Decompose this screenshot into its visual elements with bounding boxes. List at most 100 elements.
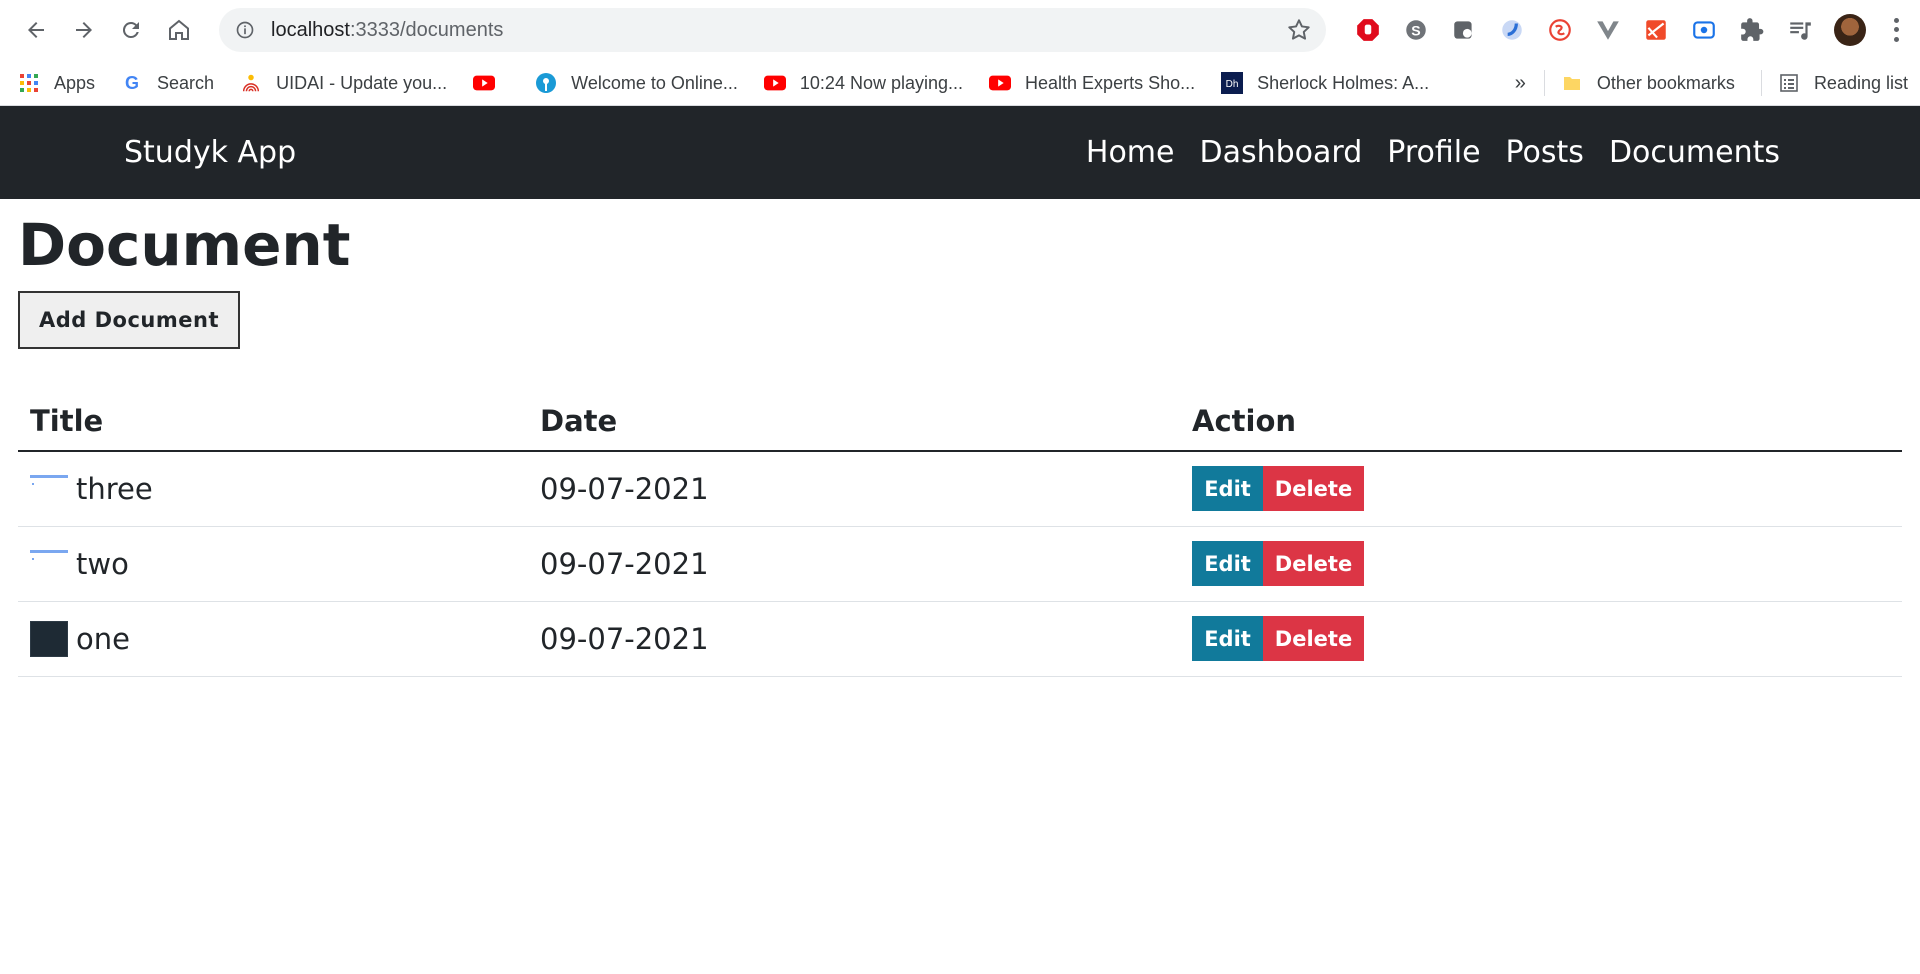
table-header-row: Title Date Action (18, 381, 1902, 452)
nav-posts[interactable]: Posts (1506, 135, 1584, 170)
profile-avatar[interactable] (1834, 14, 1867, 46)
edit-button[interactable]: Edit (1192, 616, 1263, 661)
header-date: Date (528, 381, 1180, 452)
delete-button[interactable]: Delete (1263, 466, 1364, 512)
title-cell: three (18, 451, 528, 527)
reading-list[interactable]: Reading list (1778, 72, 1908, 94)
delete-button[interactable]: Delete (1263, 541, 1364, 586)
extension-4[interactable] (1498, 16, 1526, 44)
youtube-icon (473, 72, 496, 94)
action-cell: Edit Delete (1180, 601, 1902, 677)
bookmarks-bar: Apps G Search UIDAI - Update you... Welc… (0, 60, 1920, 106)
bookmark-label: Search (157, 72, 215, 93)
svg-text:Dh: Dh (1226, 79, 1239, 90)
brand-link[interactable]: Studyk App (124, 135, 296, 170)
folder-icon (1561, 72, 1583, 94)
more-bookmarks-chevron[interactable]: » (1515, 72, 1526, 95)
nav-links: Home Dashboard Profile Posts Documents (1061, 135, 1780, 170)
forward-button[interactable] (64, 10, 104, 50)
extensions-area: S (1344, 14, 1908, 46)
app-navbar: Studyk App Home Dashboard Profile Posts … (0, 106, 1920, 199)
youtube-icon (989, 72, 1012, 94)
header-title: Title (18, 381, 528, 452)
bookmark-sherlock[interactable]: Dh Sherlock Holmes: A... (1221, 72, 1429, 94)
svg-text:G: G (125, 73, 139, 93)
bookmark-now-playing[interactable]: 10:24 Now playing... (763, 72, 963, 94)
back-button[interactable] (16, 10, 56, 50)
address-bar[interactable]: localhost:3333/documents (219, 8, 1327, 52)
bookmark-welcome-online[interactable]: Welcome to Online... (535, 72, 738, 94)
adblock-extension[interactable] (1354, 16, 1382, 44)
action-cell: Edit Delete (1180, 451, 1902, 527)
url-text[interactable]: localhost:3333/documents (271, 19, 1286, 42)
other-bookmarks[interactable]: Other bookmarks (1561, 72, 1735, 94)
edit-button[interactable]: Edit (1192, 466, 1263, 512)
bookmark-label: Apps (54, 72, 96, 93)
bookmark-apps[interactable]: Apps (18, 72, 95, 94)
page-title: Document (18, 211, 351, 279)
apps-grid-icon (18, 72, 40, 94)
puzzle-box-icon (1454, 21, 1472, 39)
google-icon: G (121, 72, 143, 94)
vue-v-icon (1597, 21, 1619, 40)
extensions-button[interactable] (1738, 16, 1766, 44)
nav-profile[interactable]: Profile (1387, 135, 1480, 170)
title-cell: one (18, 601, 528, 677)
title-cell: two (18, 526, 528, 602)
youtube-icon (763, 72, 786, 94)
uidai-icon (240, 72, 262, 94)
other-bookmarks-label: Other bookmarks (1596, 72, 1735, 93)
document-thumbnail (30, 621, 68, 657)
extension-5[interactable] (1546, 16, 1574, 44)
document-title: one (76, 622, 130, 656)
delete-button[interactable]: Delete (1263, 616, 1364, 661)
url-host: localhost (271, 18, 350, 41)
reading-list-icon (1778, 72, 1800, 94)
reading-list-label: Reading list (1813, 72, 1908, 93)
bookmark-youtube-1[interactable] (473, 72, 509, 94)
red-swirl-icon (1549, 19, 1571, 41)
sbi-icon (535, 72, 557, 94)
date-cell: 09-07-2021 (528, 451, 1180, 527)
bookmarks-divider (1543, 70, 1545, 96)
main-content: Document Add Document Title Date Action … (0, 199, 1920, 677)
bookmark-star-icon[interactable] (1286, 17, 1312, 43)
dh-icon: Dh (1221, 72, 1244, 94)
extension-6[interactable] (1594, 16, 1622, 44)
extension-7[interactable] (1642, 16, 1670, 44)
svg-text:S: S (1411, 22, 1420, 38)
nav-dashboard[interactable]: Dashboard (1199, 135, 1362, 170)
browser-chrome: localhost:3333/documents S Apps G Search… (0, 0, 1920, 106)
extension-3[interactable] (1450, 16, 1478, 44)
reload-button[interactable] (112, 10, 152, 50)
table-row: three 09-07-2021 Edit Delete (18, 451, 1902, 527)
skype-extension[interactable]: S (1402, 16, 1430, 44)
edit-button[interactable]: Edit (1192, 541, 1263, 586)
date-cell: 09-07-2021 (528, 601, 1180, 677)
bookmark-label: UIDAI - Update you... (276, 72, 448, 93)
nav-documents[interactable]: Documents (1609, 135, 1780, 170)
browser-menu-button[interactable] (1884, 16, 1908, 44)
bookmarks-divider (1760, 70, 1762, 96)
media-control-button[interactable] (1786, 16, 1814, 44)
bookmark-health-experts[interactable]: Health Experts Sho... (989, 72, 1195, 94)
add-document-button[interactable]: Add Document (18, 291, 240, 349)
stop-hand-icon (1357, 19, 1379, 41)
playlist-music-icon (1790, 22, 1811, 40)
date-cell: 09-07-2021 (528, 526, 1180, 602)
extension-8[interactable] (1690, 16, 1718, 44)
circle-swirl-icon (1502, 20, 1522, 40)
arrow-left-icon (27, 22, 44, 38)
browser-toolbar: localhost:3333/documents S (0, 0, 1920, 60)
info-icon[interactable] (235, 20, 255, 40)
red-cube-icon (1646, 20, 1666, 40)
bookmark-uidai[interactable]: UIDAI - Update you... (240, 72, 447, 94)
bookmark-search[interactable]: G Search (121, 72, 214, 94)
home-button[interactable] (159, 10, 199, 50)
documents-table: Title Date Action three 09-07-2021 Edit D… (18, 381, 1902, 677)
reload-icon (123, 21, 140, 38)
puzzle-piece-icon (1741, 18, 1764, 41)
arrow-right-icon (75, 22, 92, 38)
bookmark-label: Health Experts Sho... (1025, 72, 1196, 93)
nav-home[interactable]: Home (1086, 135, 1175, 170)
